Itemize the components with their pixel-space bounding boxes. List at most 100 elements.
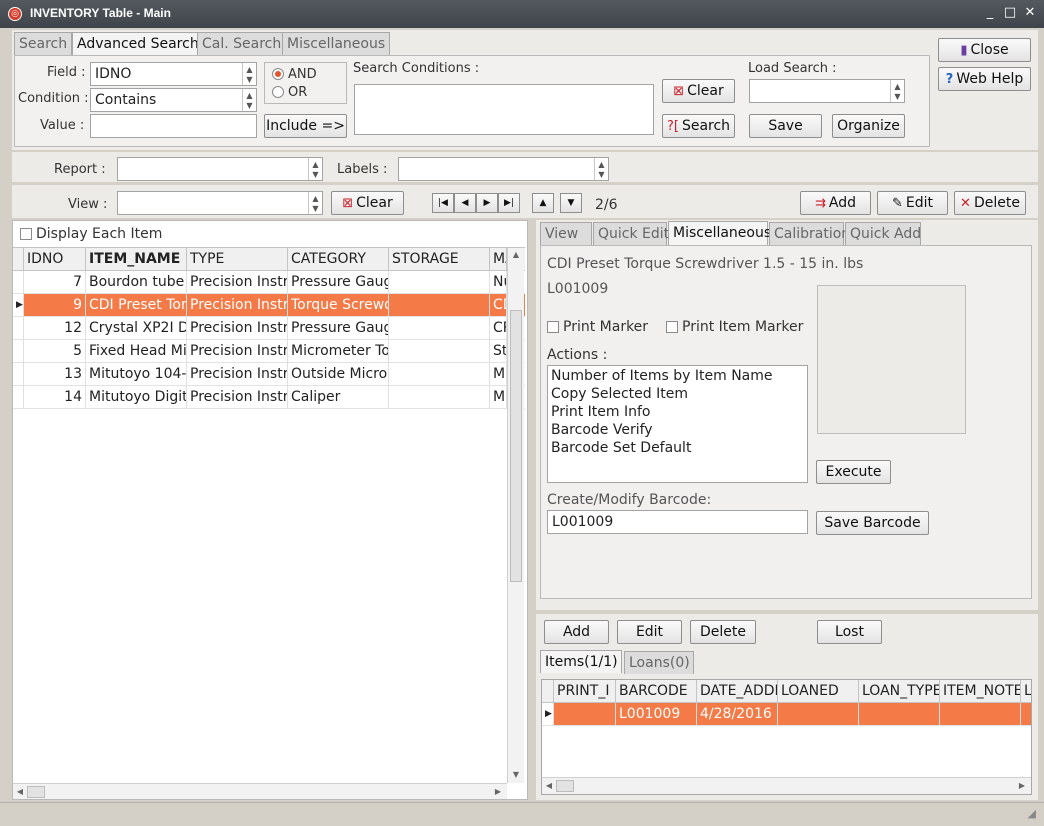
tab-calibration[interactable]: Calibration	[769, 222, 850, 245]
cell-idno[interactable]: 7	[24, 271, 86, 293]
tab-miscellaneous-search[interactable]: Miscellaneous	[282, 32, 391, 55]
resize-grip-icon[interactable]: ◢	[1028, 807, 1036, 820]
labels-select[interactable]: ▲ ▼	[398, 157, 609, 181]
cell-category[interactable]: Torque Screwd	[288, 294, 389, 316]
print-item-marker-checkbox[interactable]: Print Item Marker	[666, 319, 803, 335]
cell-type[interactable]: Precision Instru	[187, 386, 288, 408]
next-record-button[interactable]: ▶	[476, 193, 498, 213]
display-each-item-checkbox[interactable]: Display Each Item	[20, 226, 162, 242]
move-down-button[interactable]: ▼	[560, 193, 582, 213]
delete-record-button[interactable]: ✕ Delete	[954, 191, 1026, 215]
action-item[interactable]: Barcode Set Default	[548, 439, 807, 457]
cell-idno[interactable]: 5	[24, 340, 86, 362]
cell-item-name[interactable]: Crystal XP2I Di	[86, 317, 187, 339]
action-item[interactable]: Number of Items by Item Name	[548, 367, 807, 385]
cell-storage[interactable]	[389, 363, 490, 385]
cell-ma[interactable]: Mi	[490, 386, 507, 408]
cell-category[interactable]: Outside Microm	[288, 363, 389, 385]
edit-record-button[interactable]: ✎ Edit	[877, 191, 948, 215]
scroll-left-icon[interactable]: ◀	[15, 787, 25, 796]
load-search-select[interactable]: ▲ ▼	[749, 79, 905, 103]
tab-view[interactable]: View	[540, 222, 592, 245]
move-up-button[interactable]: ▲	[532, 193, 554, 213]
table-row[interactable]: 14 Mitutoyo Digita Precision Instru Caliper…	[13, 386, 525, 409]
print-marker-checkbox[interactable]: Print Marker	[547, 319, 648, 335]
col-barcode[interactable]: BARCODE	[616, 680, 697, 702]
close-button[interactable]: ▮ Close	[938, 38, 1031, 62]
add-record-button[interactable]: ⇉ Add	[800, 191, 871, 215]
col-print-i[interactable]: PRINT_I	[554, 680, 616, 702]
search-button[interactable]: ?[Search	[662, 114, 735, 138]
tab-miscellaneous[interactable]: Miscellaneous	[668, 221, 771, 245]
cell-ma[interactable]: Nu	[490, 271, 507, 293]
last-record-button[interactable]: ▶|	[498, 193, 520, 213]
field-select[interactable]: IDNO ▲ ▼	[90, 62, 257, 86]
cell-type[interactable]: Precision Instru	[187, 294, 288, 316]
cell-storage[interactable]	[389, 294, 490, 316]
cell-item-name[interactable]: Mitutoyo Digita	[86, 386, 187, 408]
table-row[interactable]: 12 Crystal XP2I Di Precision Instru Pressur…	[13, 317, 525, 340]
report-select[interactable]: ▲ ▼	[117, 157, 323, 181]
action-item[interactable]: Print Item Info	[548, 403, 807, 421]
grid-horizontal-scrollbar[interactable]: ◀ ▶	[13, 783, 507, 799]
col-category[interactable]: CATEGORY	[288, 248, 389, 270]
tab-quick-edit[interactable]: Quick Edit	[593, 222, 669, 245]
cell-storage[interactable]	[389, 386, 490, 408]
cell-category[interactable]: Pressure Gaug	[288, 317, 389, 339]
scroll-up-icon[interactable]: ▲	[508, 250, 524, 259]
tab-quick-add[interactable]: Quick Add	[845, 222, 921, 245]
cell-idno[interactable]: 14	[24, 386, 86, 408]
col-ma[interactable]: MA	[490, 248, 507, 270]
close-window-button[interactable]: ✕	[1022, 5, 1038, 21]
cell-type[interactable]: Precision Instru	[187, 363, 288, 385]
cell-item-name[interactable]: Bourdon tube p	[86, 271, 187, 293]
action-item[interactable]: Copy Selected Item	[548, 385, 807, 403]
tab-cal-search[interactable]: Cal. Search	[197, 32, 287, 55]
hscroll-thumb[interactable]	[556, 780, 574, 792]
or-radio[interactable]: OR	[272, 85, 307, 100]
table-row[interactable]: 13 Mitutoyo 104-1 Precision Instru Outside …	[13, 363, 525, 386]
cell-loaned[interactable]	[778, 703, 859, 725]
items-add-button[interactable]: Add	[544, 620, 609, 644]
cell-idno[interactable]: 13	[24, 363, 86, 385]
scroll-left-icon[interactable]: ◀	[544, 781, 554, 790]
col-loan-type[interactable]: LOAN_TYPE	[859, 680, 940, 702]
scroll-right-icon[interactable]: ▶	[493, 787, 503, 796]
organize-button[interactable]: Organize	[832, 114, 905, 138]
tab-advanced-search[interactable]: Advanced Search	[72, 32, 204, 55]
and-radio[interactable]: AND	[272, 67, 317, 82]
grid-vertical-scrollbar[interactable]: ▲ ▼	[507, 248, 524, 783]
table-row[interactable]: ▶ 9 CDI Preset Tor Precision Instru Torque S…	[13, 294, 525, 317]
cell-type[interactable]: Precision Instru	[187, 271, 288, 293]
cell-ma[interactable]: CR	[490, 317, 507, 339]
include-button[interactable]: Include =>	[264, 114, 347, 138]
cell-barcode[interactable]: L001009	[616, 703, 697, 725]
items-delete-button[interactable]: Delete	[690, 620, 756, 644]
cell-storage[interactable]	[389, 340, 490, 362]
cell-ma[interactable]: Mi	[490, 363, 507, 385]
cell-storage[interactable]	[389, 317, 490, 339]
value-input[interactable]	[90, 114, 257, 138]
prev-record-button[interactable]: ◀	[454, 193, 476, 213]
items-edit-button[interactable]: Edit	[617, 620, 682, 644]
cell-item-note[interactable]	[940, 703, 1021, 725]
lost-button[interactable]: Lost	[817, 620, 882, 644]
items-table-row[interactable]: ▶ L001009 4/28/2016	[542, 703, 1031, 726]
cell-category[interactable]: Caliper	[288, 386, 389, 408]
col-date-added[interactable]: DATE_ADDI	[697, 680, 778, 702]
col-loaned[interactable]: LOANED	[778, 680, 859, 702]
scroll-thumb[interactable]	[510, 310, 522, 582]
minimize-button[interactable]: _	[982, 5, 998, 21]
col-item-note[interactable]: ITEM_NOTE	[940, 680, 1021, 702]
clear-conditions-button[interactable]: ⊠ Clear	[662, 79, 735, 103]
cell-item-name[interactable]: Mitutoyo 104-1	[86, 363, 187, 385]
cell-ma[interactable]: St	[490, 340, 507, 362]
col-l[interactable]: L	[1021, 680, 1031, 702]
cell-storage[interactable]	[389, 271, 490, 293]
save-barcode-button[interactable]: Save Barcode	[816, 511, 929, 535]
action-item[interactable]: Barcode Verify	[548, 421, 807, 439]
cell-idno[interactable]: 12	[24, 317, 86, 339]
cell-loan-type[interactable]	[859, 703, 940, 725]
cell-l[interactable]	[1021, 703, 1031, 725]
table-row[interactable]: 7 Bourdon tube p Precision Instru Pressure …	[13, 271, 525, 294]
